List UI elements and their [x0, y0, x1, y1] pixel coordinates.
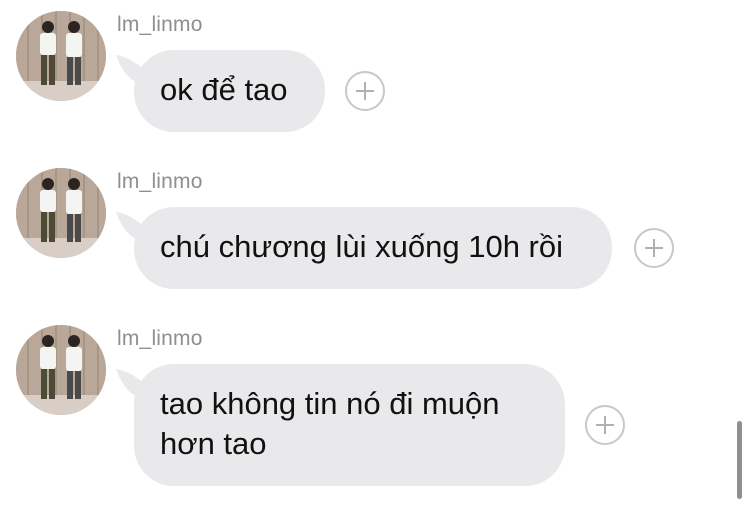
chat-screen: { "messages": [ { "sender": "lm_linmo", … [0, 0, 750, 508]
message-bubble[interactable]: tao không tin nó đi muộn hơn tao [134, 364, 565, 486]
message-row: lm_linmo tao không tin nó đi muộn hơn ta… [0, 314, 750, 504]
message-text: chú chương lùi xuống 10h rồi [160, 229, 563, 264]
plus-icon [596, 416, 614, 434]
message-text-line: tao không tin nó đi muộn [160, 386, 500, 421]
sender-name: lm_linmo [117, 13, 203, 36]
message-bubble[interactable]: ok để tao [134, 50, 325, 132]
sender-name: lm_linmo [117, 170, 203, 193]
sender-name: lm_linmo [117, 327, 203, 350]
message-bubble[interactable]: chú chương lùi xuống 10h rồi [134, 207, 612, 289]
message-text-line: hơn tao [160, 426, 267, 461]
user-avatar[interactable] [16, 11, 106, 101]
plus-icon [356, 82, 374, 100]
message-row: lm_linmo ok để tao [0, 0, 750, 150]
scrollbar[interactable] [737, 421, 742, 499]
user-avatar[interactable] [16, 168, 106, 258]
message-text: ok để tao [160, 72, 288, 107]
message-row: lm_linmo chú chương lùi xuống 10h rồi [0, 157, 750, 307]
add-reaction-button[interactable] [585, 405, 625, 445]
user-avatar[interactable] [16, 325, 106, 415]
add-reaction-button[interactable] [345, 71, 385, 111]
plus-icon [645, 239, 663, 257]
add-reaction-button[interactable] [634, 228, 674, 268]
